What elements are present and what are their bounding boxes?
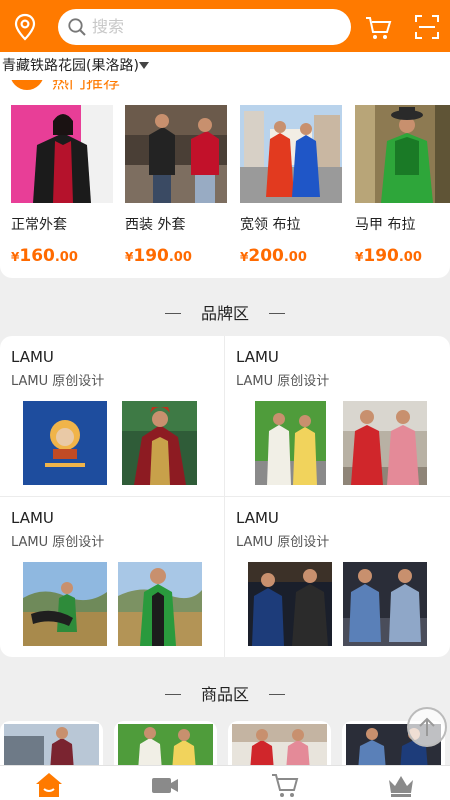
product-image: [118, 724, 213, 771]
product-section-header: 商品区: [0, 680, 450, 710]
cart-icon[interactable]: [364, 14, 392, 42]
product-price: ¥190.00: [125, 246, 192, 266]
brand-card[interactable]: LAMU LAMU 原创设计: [225, 497, 450, 657]
bottom-tab-bar: [0, 765, 450, 800]
scan-icon[interactable]: [414, 14, 440, 40]
product-card[interactable]: [0, 721, 103, 771]
hot-recommend-section: 热门推荐 正常外套 ¥160.00 西装 外套 ¥190.00 宽领 布拉 ¥2…: [0, 80, 450, 278]
brand-photo: [255, 401, 326, 485]
product-image: [11, 105, 113, 203]
brand-name: LAMU: [11, 509, 54, 527]
product-price: ¥160.00: [11, 246, 78, 266]
brand-photo: [343, 562, 427, 646]
location-selector[interactable]: 青藏铁路花园(果洛路): [0, 52, 450, 80]
top-header: 搜索: [0, 0, 450, 52]
hot-product-card[interactable]: 西装 外套 ¥190.00: [125, 105, 227, 275]
arrow-up-icon: [419, 717, 435, 736]
divider-line: [269, 313, 285, 314]
product-name: 马甲 布拉: [355, 217, 416, 233]
search-input[interactable]: 搜索: [58, 9, 351, 45]
search-placeholder: 搜索: [92, 17, 125, 36]
product-image: [232, 724, 327, 771]
home-icon[interactable]: [34, 772, 64, 798]
brand-photo: [343, 401, 427, 485]
product-image: [240, 105, 342, 203]
product-name: 西装 外套: [125, 217, 186, 233]
product-price: ¥200.00: [240, 246, 307, 266]
brand-photo: [122, 401, 197, 485]
product-image: [4, 724, 99, 771]
brand-subtitle: LAMU 原创设计: [236, 374, 330, 389]
cart-icon[interactable]: [270, 772, 300, 798]
brand-photo: [23, 562, 107, 646]
product-card[interactable]: [114, 721, 217, 771]
hot-product-card[interactable]: 宽领 布拉 ¥200.00: [240, 105, 342, 275]
hot-section-title: 热门推荐: [52, 80, 120, 93]
brand-name: LAMU: [236, 348, 279, 366]
back-to-top-button[interactable]: [407, 707, 447, 747]
brand-photo: [118, 562, 202, 646]
hot-product-card[interactable]: 马甲 布拉 ¥190.00: [355, 105, 450, 275]
product-name: 正常外套: [11, 217, 67, 233]
brand-name: LAMU: [236, 509, 279, 527]
product-price: ¥190.00: [355, 246, 422, 266]
brand-card[interactable]: LAMU LAMU 原创设计: [225, 336, 450, 496]
product-card[interactable]: [228, 721, 331, 771]
product-image: [355, 105, 450, 203]
brand-logo-image: [23, 401, 107, 485]
brand-grid: LAMU LAMU 原创设计 LAMU LAMU 原创设计 LAMU LAMU …: [0, 336, 450, 657]
brand-name: LAMU: [11, 348, 54, 366]
hot-badge-icon: [10, 80, 44, 90]
video-icon[interactable]: [150, 772, 180, 798]
product-name: 宽领 布拉: [240, 217, 301, 233]
brand-subtitle: LAMU 原创设计: [236, 535, 330, 550]
hot-product-card[interactable]: 正常外套 ¥160.00: [11, 105, 113, 275]
product-image: [125, 105, 227, 203]
location-text: 青藏铁路花园(果洛路): [2, 58, 139, 74]
caret-down-icon: [139, 62, 149, 69]
brand-photo: [248, 562, 332, 646]
product-section-title: 商品区: [200, 685, 249, 704]
brand-card[interactable]: LAMU LAMU 原创设计: [0, 497, 225, 657]
brand-subtitle: LAMU 原创设计: [11, 374, 105, 389]
location-pin-icon[interactable]: [10, 12, 40, 42]
divider-line: [269, 694, 285, 695]
brand-subtitle: LAMU 原创设计: [11, 535, 105, 550]
brand-section-title: 品牌区: [200, 304, 249, 323]
brand-card[interactable]: LAMU LAMU 原创设计: [0, 336, 225, 496]
crown-icon[interactable]: [386, 772, 416, 798]
search-icon: [67, 17, 87, 37]
brand-section-header: 品牌区: [0, 299, 450, 329]
